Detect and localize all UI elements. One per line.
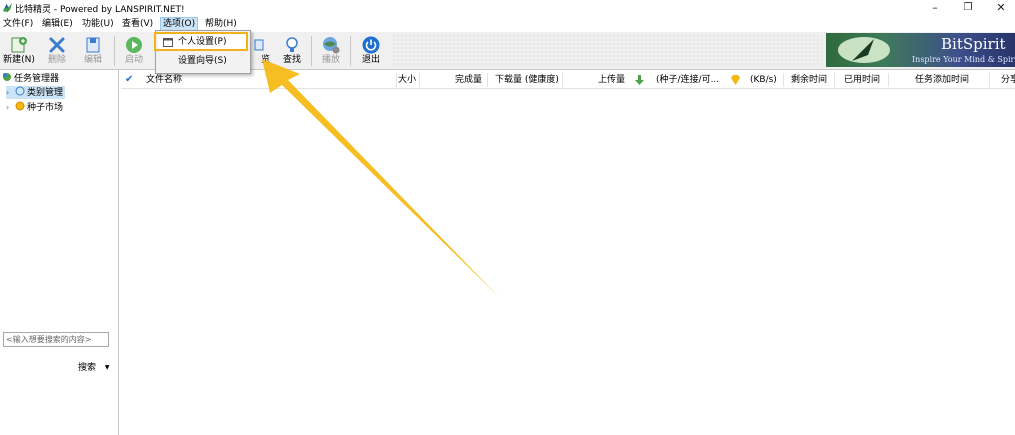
tree-root-label: 任务管理器 — [14, 74, 60, 84]
column-completed[interactable]: 完成量 — [455, 74, 482, 86]
task-list-header: ✔ 文件名称 大小 完成量 下载量 (健康度) 上传量 (种子/连接/可... … — [121, 72, 1015, 89]
column-seeds-connections[interactable]: (种子/连接/可... — [656, 74, 722, 86]
play-start-icon — [126, 37, 142, 53]
task-manager-icon — [2, 72, 12, 82]
search-input[interactable] — [3, 332, 109, 347]
delete-button[interactable]: 删除 — [40, 34, 74, 68]
column-remaining-time[interactable]: 剩余时间 — [791, 74, 827, 86]
find-button[interactable]: 查找 — [275, 34, 309, 68]
title-bar: 比特精灵 - Powered by LANSPIRIT.NET! – ❐ ✕ — [0, 0, 1015, 17]
delete-icon — [49, 37, 65, 53]
menu-help[interactable]: 帮助(H) — [203, 18, 239, 30]
menu-options[interactable]: 选项(O) — [160, 17, 199, 31]
tree-root-task-manager[interactable]: 任务管理器 — [2, 72, 59, 85]
menu-edit[interactable]: 编辑(E) — [40, 18, 75, 30]
column-divider[interactable] — [834, 73, 835, 87]
column-divider[interactable] — [562, 73, 563, 87]
menu-item-settings-wizard[interactable]: 设置向导(S) — [158, 53, 248, 70]
highlight-annotation-box — [154, 32, 248, 51]
search-button[interactable]: 搜索 ▼ — [78, 360, 110, 373]
category-icon — [15, 86, 25, 96]
lightbulb-icon — [286, 37, 298, 52]
column-divider[interactable] — [419, 73, 420, 87]
maximize-button[interactable]: ❐ — [953, 0, 983, 17]
column-share[interactable]: 分享 — [1001, 74, 1015, 86]
tree-item-category[interactable]: › 类别管理 — [6, 86, 66, 99]
torrent-market-icon — [15, 101, 25, 111]
edit-button[interactable]: 编辑 — [76, 34, 110, 68]
task-tree-panel: 任务管理器 › 类别管理 › 种子市场 搜索 ▼ — [0, 70, 119, 435]
globe-play-icon — [323, 37, 340, 54]
column-divider[interactable] — [396, 73, 397, 87]
menu-function[interactable]: 功能(U) — [80, 18, 116, 30]
column-downloaded[interactable]: 下载量 (健康度) — [495, 74, 559, 86]
banner-title: BitSpirit — [941, 35, 1006, 53]
chevron-right-icon[interactable]: › — [6, 86, 15, 99]
play-button[interactable]: 播放 — [314, 34, 348, 68]
column-speed[interactable]: (KB/s) — [750, 74, 777, 86]
column-filename[interactable]: 文件名称 — [146, 74, 182, 86]
new-button-label: 新建(N) — [3, 55, 35, 65]
find-button-label: 查找 — [282, 55, 301, 65]
edit-button-label: 编辑 — [83, 55, 102, 65]
column-elapsed-time[interactable]: 已用时间 — [844, 74, 880, 86]
delete-button-label: 删除 — [47, 55, 66, 65]
menu-bar: 文件(F) 编辑(E) 功能(U) 查看(V) 选项(O) 帮助(H) — [0, 17, 1015, 31]
menu-view[interactable]: 查看(V) — [120, 18, 155, 30]
start-button[interactable]: 启动 — [117, 34, 151, 68]
dropdown-arrow-icon: ▼ — [104, 364, 110, 371]
power-icon — [362, 36, 380, 54]
column-uploaded[interactable]: 上传量 — [598, 74, 625, 86]
tree-item-torrent-market[interactable]: › 种子市场 — [6, 101, 63, 114]
chevron-right-icon[interactable]: › — [6, 101, 15, 114]
column-divider[interactable] — [783, 73, 784, 87]
close-button[interactable]: ✕ — [986, 0, 1015, 17]
start-button-label: 启动 — [124, 55, 143, 65]
column-size[interactable]: 大小 — [398, 74, 416, 86]
task-list-body[interactable] — [121, 89, 1015, 435]
toolbar-separator — [114, 36, 115, 66]
play-button-label: 播放 — [321, 55, 340, 65]
quill-logo-icon — [838, 37, 890, 63]
exit-button[interactable]: 退出 — [354, 34, 388, 68]
minimize-button[interactable]: – — [920, 0, 950, 17]
window-title: 比特精灵 - Powered by LANSPIRIT.NET! — [15, 5, 185, 15]
exit-button-label: 退出 — [361, 55, 380, 65]
tree-item-category-label: 类别管理 — [27, 88, 64, 98]
column-added-time[interactable]: 任务添加时间 — [915, 74, 969, 86]
column-divider[interactable] — [989, 73, 990, 87]
bitspirit-app-icon — [2, 2, 13, 13]
column-divider[interactable] — [888, 73, 889, 87]
toolbar-empty-area — [392, 34, 822, 66]
banner-slogan: Inspire Your Mind & Spirit — [912, 55, 1015, 64]
toolbar-separator — [311, 36, 312, 66]
column-check[interactable]: ✔ — [125, 74, 133, 86]
settings-wizard-label: 设置向导(S) — [178, 56, 227, 66]
new-button[interactable]: 新建(N) — [2, 34, 36, 68]
menu-file[interactable]: 文件(F) — [1, 18, 35, 30]
column-divider[interactable] — [487, 73, 488, 87]
search-button-label: 搜索 — [78, 363, 97, 373]
tree-item-torrent-market-label: 种子市场 — [27, 103, 64, 113]
download-arrow-icon — [635, 75, 644, 85]
new-task-icon — [11, 37, 27, 53]
toolbar-separator — [350, 36, 351, 66]
bitspirit-banner: BitSpirit Inspire Your Mind & Spirit — [826, 33, 1015, 67]
edit-icon — [86, 37, 100, 53]
speed-gem-icon — [731, 75, 740, 85]
